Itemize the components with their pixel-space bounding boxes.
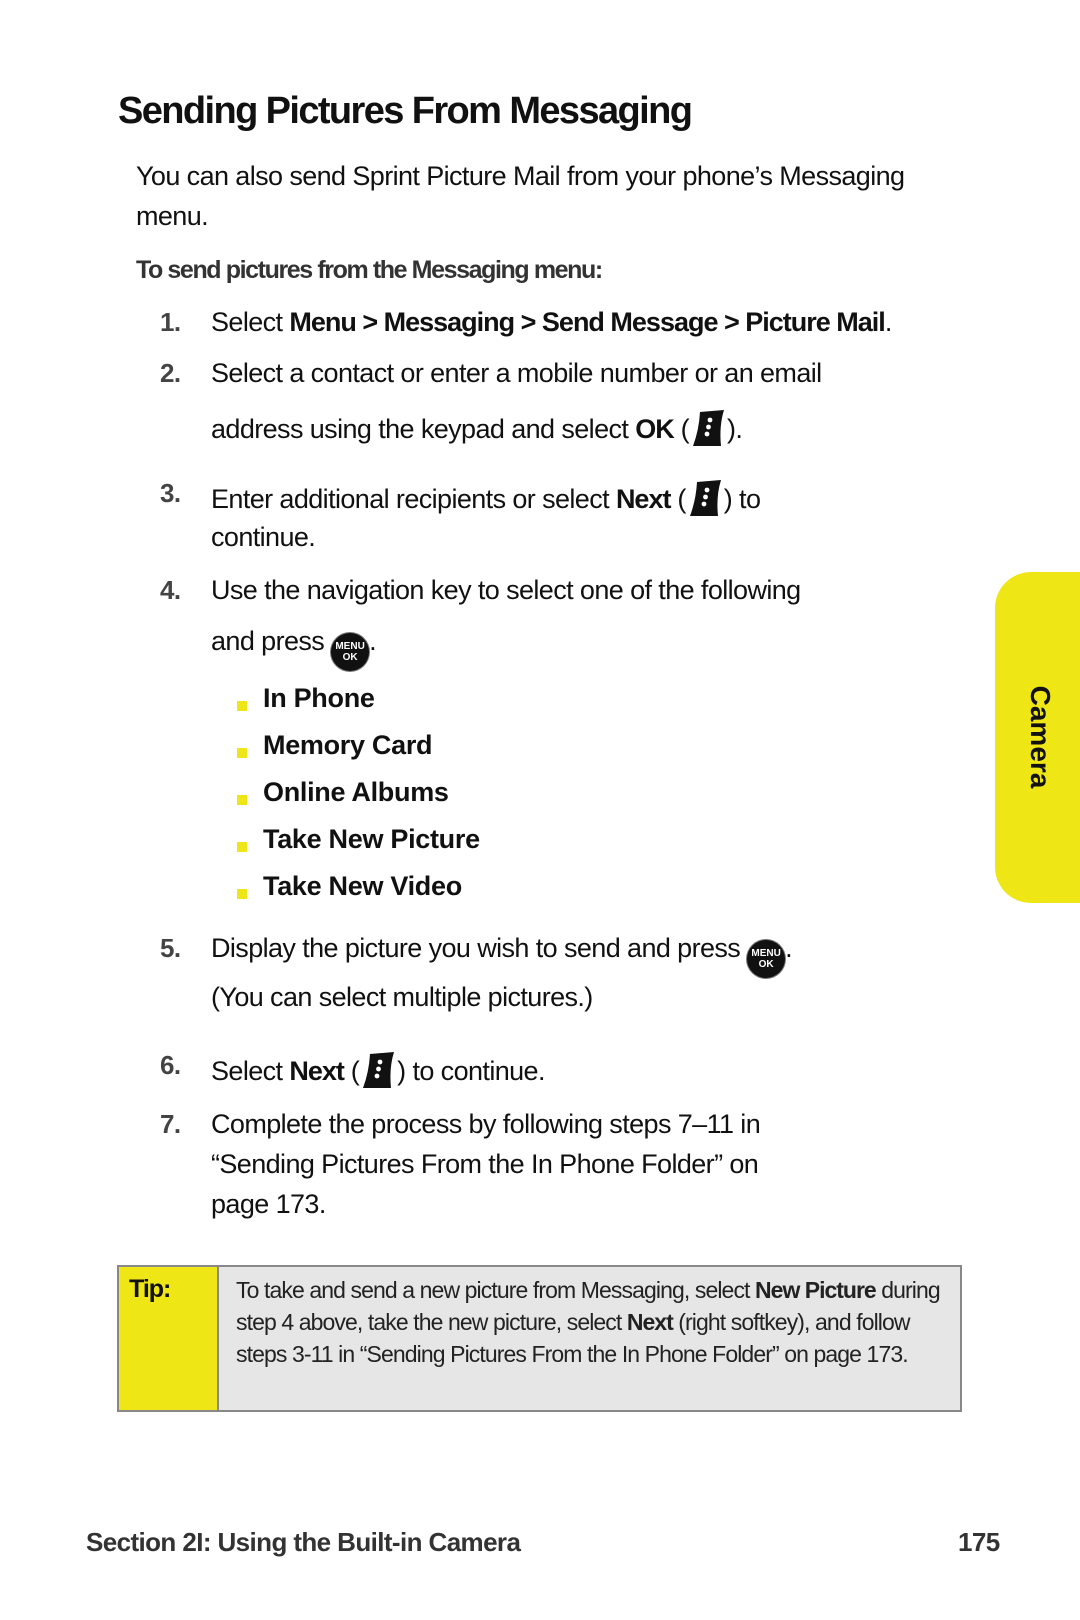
footer-section-title: Section 2I: Using the Built-in Camera [86,1527,521,1557]
step-text-continued: (You can select multiple pictures.) [211,982,593,1012]
step-number: 7. [160,1109,181,1139]
tip-text: To take and send a new picture from Mess… [236,1277,941,1367]
step-number: 4. [160,575,181,605]
page-title: Sending Pictures From Messaging [118,90,693,132]
step-text: Select Menu > Messaging > Send Message >… [211,307,892,337]
page-number: 175 [958,1527,1000,1557]
menu-path: Menu > Messaging > Send Message > Pictur… [289,307,885,337]
step-text-continued: “Sending Pictures From the In Phone Fold… [211,1149,759,1179]
step-number: 5. [160,933,181,963]
step-text: Display the picture you wish to send and… [211,933,793,978]
tip-label-column: Tip: [119,1267,219,1410]
procedure-heading: To send pictures from the Messaging menu… [136,256,603,284]
next-label: Next [615,484,672,514]
step-number: 6. [160,1050,181,1080]
step-text: Use the navigation key to select one of … [211,575,801,605]
option-item: Take New Picture [263,824,480,854]
step-text-continued: continue. [211,522,316,552]
step-text: Complete the process by following steps … [211,1109,761,1139]
step-text-continued: and press MENU OK. [211,626,377,671]
step-number: 2. [160,358,181,388]
step-number: 3. [160,478,181,508]
menu-ok-key-icon: MENU OK [747,940,786,978]
step-text-continued: address using the keypad and select OK (… [211,408,743,448]
option-item: Online Albums [263,777,449,807]
tip-box: Tip: To take and send a new picture from… [117,1265,962,1412]
right-softkey-icon [691,408,725,448]
option-item: Take New Video [263,871,462,901]
tip-label: Tip: [129,1275,171,1303]
step-text: Enter additional recipients or select Ne… [211,478,761,518]
menu-ok-key-icon: MENU OK [331,633,370,671]
right-softkey-icon [688,478,722,518]
section-tab-label: Camera [1025,685,1056,789]
option-item: Memory Card [263,730,433,760]
next-label: Next [289,1056,345,1086]
right-softkey-icon [361,1050,395,1090]
bullet-icon [237,701,247,711]
bullet-icon [237,748,247,758]
step-text-continued: page 173. [211,1189,326,1219]
intro-paragraph: You can also send Sprint Picture Mail fr… [136,161,905,231]
step-number: 1. [160,307,181,337]
bullet-icon [237,842,247,852]
option-item: In Phone [263,683,375,713]
ok-label: OK [635,414,674,444]
bullet-icon [237,889,247,899]
step-text: Select Next () to continue. [211,1050,545,1090]
step-text: Select a contact or enter a mobile numbe… [211,358,822,388]
bullet-icon [237,795,247,805]
